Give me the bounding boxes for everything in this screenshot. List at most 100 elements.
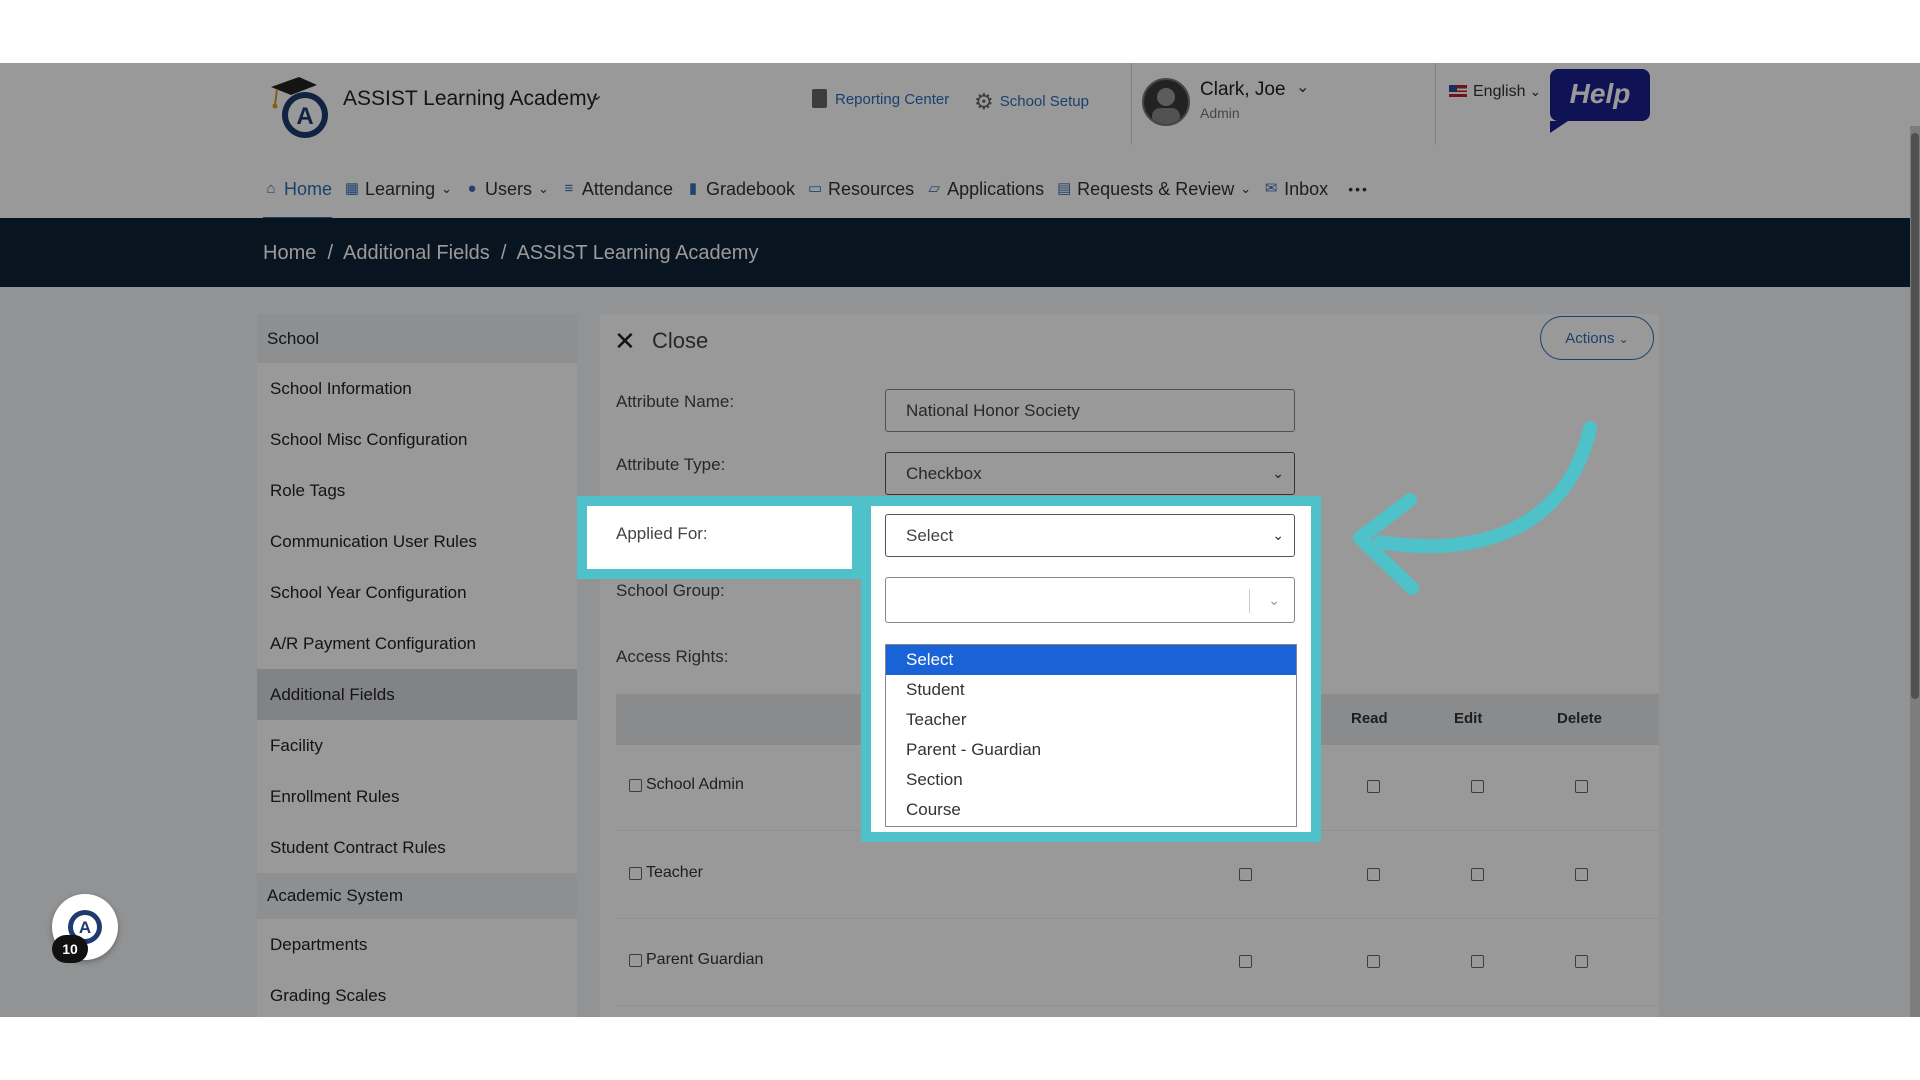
read-checkbox[interactable] <box>1367 955 1380 968</box>
nav-gradebook-label: Gradebook <box>705 178 796 199</box>
attribute-name-input[interactable]: National Honor Society <box>885 389 1295 432</box>
nav-resources-label: Resources <box>828 178 915 199</box>
view-checkbox[interactable] <box>1239 868 1252 881</box>
user-photo-icon <box>1152 88 1180 124</box>
page-scrollbar-thumb[interactable] <box>1911 133 1919 699</box>
table-row: Parent Guardian <box>616 925 1659 1006</box>
access-rights-label: Access Rights: <box>616 647 729 666</box>
breadcrumb[interactable]: Home / Additional Fields / ASSIST Learni… <box>263 242 758 265</box>
sidebar-item-additional-fields[interactable]: Additional Fields <box>257 669 577 720</box>
option-select[interactable]: Select <box>886 645 1296 675</box>
nav-requests-review[interactable]: ▤ Requests & Review ⌄ <box>1056 169 1251 209</box>
sidebar-section-academic: Academic System <box>257 873 577 919</box>
column-edit: Edit <box>1454 710 1483 727</box>
nav-more[interactable]: ••• <box>1348 169 1369 209</box>
document-icon <box>812 89 827 108</box>
chevron-down-icon: ⌄ <box>1529 83 1542 99</box>
school-name[interactable]: ASSIST Learning Academy <box>343 87 597 111</box>
user-icon: ● <box>467 180 477 197</box>
nav-attendance[interactable]: ≡ Attendance <box>561 169 673 209</box>
nav-requests-label: Requests & Review <box>1077 178 1235 199</box>
sidebar-item-school-information[interactable]: School Information <box>257 363 577 414</box>
chevron-down-icon[interactable]: ⌄ <box>590 85 603 105</box>
sidebar-item-enrollment-rules[interactable]: Enrollment Rules <box>257 771 577 822</box>
clipboard-icon: ▤ <box>1057 180 1072 197</box>
sidebar-item-departments[interactable]: Departments <box>257 919 577 970</box>
close-icon[interactable]: ✕ <box>614 326 636 357</box>
nav-home-label: Home <box>284 178 333 199</box>
sidebar-item-grading-scales[interactable]: Grading Scales <box>257 970 577 1017</box>
nav-inbox-label: Inbox <box>1284 178 1329 199</box>
help-button[interactable]: Help <box>1550 69 1650 133</box>
read-checkbox[interactable] <box>1367 780 1380 793</box>
delete-checkbox[interactable] <box>1575 868 1588 881</box>
sidebar-item-school-year-configuration[interactable]: School Year Configuration <box>257 567 577 618</box>
option-parent-guardian[interactable]: Parent - Guardian <box>886 735 1296 765</box>
row-select-checkbox[interactable] <box>629 867 642 880</box>
attribute-type-select[interactable]: Checkbox ⌄ <box>885 452 1295 495</box>
nav-applications[interactable]: ▱ Applications <box>926 169 1044 209</box>
option-section[interactable]: Section <box>886 765 1296 795</box>
nav-home[interactable]: ⌂ Home <box>263 169 333 221</box>
sidebar-item-school-misc-configuration[interactable]: School Misc Configuration <box>257 414 577 465</box>
chevron-down-icon: ⌄ <box>1272 465 1284 481</box>
avatar[interactable] <box>1142 78 1190 126</box>
more-icon: ••• <box>1348 181 1369 197</box>
reporting-center-link[interactable]: Reporting Center <box>812 89 949 108</box>
user-name[interactable]: Clark, Joe <box>1200 79 1286 101</box>
option-course[interactable]: Course <box>886 795 1296 825</box>
sidebar-item-communication-user-rules[interactable]: Communication User Rules <box>257 516 577 567</box>
nav-learning[interactable]: ▦ Learning ⌄ <box>344 169 452 209</box>
school-setup-label: School Setup <box>999 93 1089 110</box>
header: A ASSIST Learning Academy ⌄ Reporting Ce… <box>0 63 1920 221</box>
table-row: Teacher <box>616 838 1659 919</box>
nav-users[interactable]: ● Users ⌄ <box>464 169 549 209</box>
column-delete: Delete <box>1557 710 1603 727</box>
row-select-checkbox[interactable] <box>629 954 642 967</box>
mail-icon: ✉ <box>1264 180 1278 197</box>
edit-checkbox[interactable] <box>1471 780 1484 793</box>
row-select-checkbox[interactable] <box>629 779 642 792</box>
school-group-select[interactable]: ⌄ <box>885 577 1295 623</box>
sidebar-item-student-contract-rules[interactable]: Student Contract Rules <box>257 822 577 873</box>
main-nav: ⌂ Home ▦ Learning ⌄ ● Users ⌄ ≡ Attendance ▮ Gr… <box>263 169 1381 221</box>
sidebar-item-facility[interactable]: Facility <box>257 720 577 771</box>
option-student[interactable]: Student <box>886 675 1296 705</box>
actions-button[interactable]: Actions ⌄ <box>1540 316 1654 360</box>
option-teacher[interactable]: Teacher <box>886 705 1296 735</box>
view-checkbox[interactable] <box>1239 955 1252 968</box>
chevron-down-icon: ⌄ <box>1272 527 1284 543</box>
edit-checkbox[interactable] <box>1471 955 1484 968</box>
user-menu-chevron-icon[interactable]: ⌄ <box>1296 77 1309 97</box>
applied-for-value: Select <box>906 526 954 545</box>
academy-logo-icon: A <box>271 77 328 138</box>
svg-text:A: A <box>296 103 313 130</box>
applied-for-dropdown-list: Select Student Teacher Parent - Guardian… <box>885 644 1297 827</box>
nav-resources[interactable]: ▭ Resources <box>807 169 914 209</box>
breadcrumb-bar: Home / Additional Fields / ASSIST Learni… <box>0 218 1920 287</box>
language-selector[interactable]: English ⌄ <box>1449 83 1541 101</box>
applied-for-select[interactable]: Select ⌄ <box>885 514 1295 557</box>
edit-checkbox[interactable] <box>1471 868 1484 881</box>
book-icon: ▮ <box>688 180 698 197</box>
read-checkbox[interactable] <box>1367 868 1380 881</box>
svg-text:A: A <box>79 918 91 937</box>
applied-for-highlight: Applied For: <box>577 496 862 579</box>
chevron-down-icon: ⌄ <box>1240 181 1252 196</box>
attribute-type-label: Attribute Type: <box>616 455 726 474</box>
sidebar-item-ar-payment-configuration[interactable]: A/R Payment Configuration <box>257 618 577 669</box>
school-setup-link[interactable]: ⚙ School Setup <box>974 89 1089 115</box>
chevron-down-icon: ⌄ <box>1268 592 1280 608</box>
delete-checkbox[interactable] <box>1575 780 1588 793</box>
header-divider <box>1435 63 1436 145</box>
gear-icon: ⚙ <box>974 89 994 114</box>
delete-checkbox[interactable] <box>1575 955 1588 968</box>
pointer-arrow-icon <box>1353 421 1597 595</box>
sidebar-item-role-tags[interactable]: Role Tags <box>257 465 577 516</box>
language-label: English <box>1473 83 1526 100</box>
chevron-down-icon: ⌄ <box>538 181 549 196</box>
close-button[interactable]: Close <box>652 328 708 354</box>
nav-inbox[interactable]: ✉ Inbox <box>1263 169 1328 209</box>
nav-gradebook[interactable]: ▮ Gradebook <box>685 169 795 209</box>
grid-icon: ▦ <box>344 180 360 197</box>
